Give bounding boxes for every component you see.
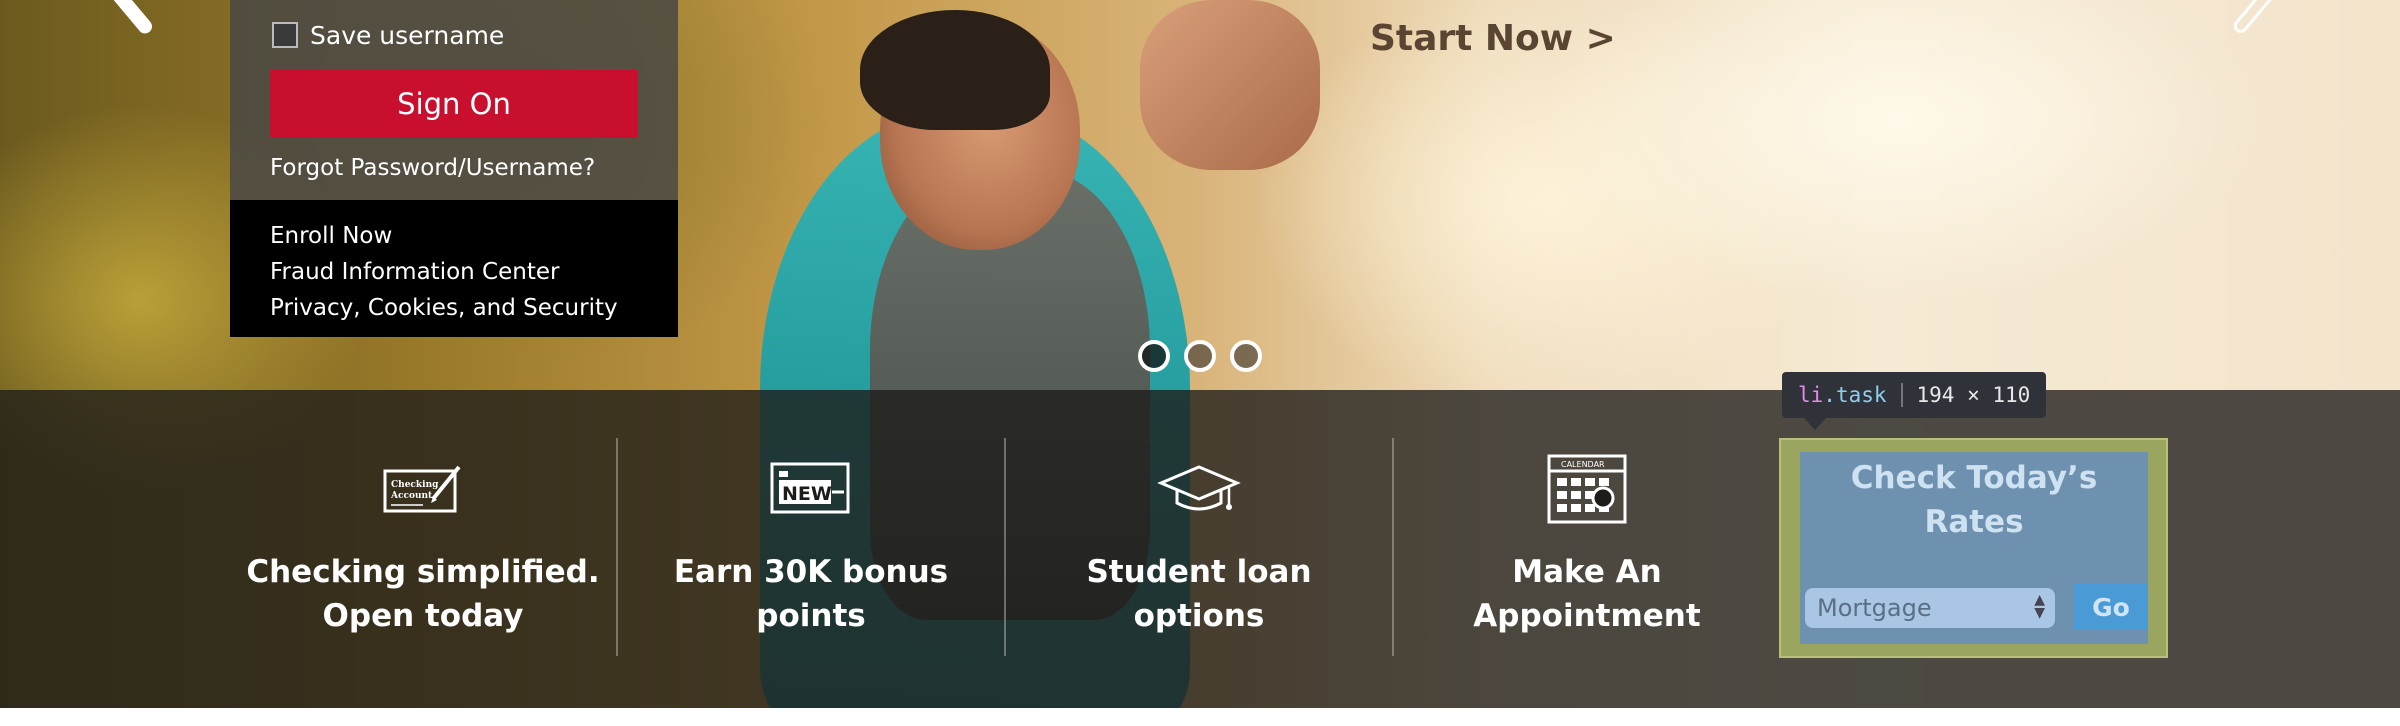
graduation-cap-icon <box>1157 458 1241 520</box>
tooltip-separator <box>1900 383 1903 407</box>
task-label: Make An Appointment <box>1473 554 1701 634</box>
privacy-security-link[interactable]: Privacy, Cookies, and Security <box>270 290 618 326</box>
tooltip-arrow <box>1804 418 1826 430</box>
devtools-element-tooltip: li .task 194 × 110 <box>1782 372 2047 418</box>
save-username-label: Save username <box>310 20 505 50</box>
carousel-dot[interactable] <box>1138 340 1170 372</box>
hero-person-arm <box>1140 0 1320 170</box>
select-arrows-icon: ▲ ▼ <box>2034 592 2045 621</box>
next-slide-arrow-icon[interactable] <box>2230 0 2280 36</box>
tooltip-class: .task <box>1823 383 1887 407</box>
new-badge-icon: NEW <box>770 458 852 520</box>
carousel-dot[interactable] <box>1230 340 1262 372</box>
task-bonus-points[interactable]: NEW Earn 30K bonus points <box>617 438 1005 656</box>
rates-title: Check Today’s Rates <box>1850 460 2098 540</box>
svg-text:Checking: Checking <box>391 480 439 490</box>
tooltip-size: 194 × 110 <box>1916 383 2031 407</box>
prev-slide-arrow-icon[interactable] <box>99 0 155 37</box>
task-label: Earn 30K bonus points <box>673 554 949 634</box>
svg-text:Account: Account <box>390 491 433 501</box>
enroll-now-link[interactable]: Enroll Now <box>270 218 618 254</box>
sign-on-button[interactable]: Sign On <box>270 70 638 138</box>
checking-account-icon: Checking Account <box>383 458 463 520</box>
save-username-row[interactable]: Save username <box>272 20 504 50</box>
task-appointment[interactable]: CALENDAR Make An Appointment <box>1393 438 1781 656</box>
save-username-checkbox[interactable] <box>272 22 298 48</box>
start-now-link[interactable]: Start Now > <box>1370 18 1616 59</box>
tooltip-tag: li <box>1798 383 1824 407</box>
svg-text:CALENDAR: CALENDAR <box>1561 460 1605 469</box>
rates-go-button[interactable]: Go <box>2074 584 2148 630</box>
task-label: Student loan options <box>1086 554 1312 634</box>
hero-person-hair <box>860 10 1050 130</box>
task-label: Checking simplified. Open today <box>246 554 600 634</box>
rates-select-value: Mortgage <box>1817 594 1932 622</box>
carousel-dots <box>1138 340 1262 372</box>
carousel-dot[interactable] <box>1184 340 1216 372</box>
task-student-loan[interactable]: Student loan options <box>1005 438 1393 656</box>
calendar-icon: CALENDAR <box>1547 454 1627 524</box>
login-links-list: Enroll Now Fraud Information Center Priv… <box>270 218 618 326</box>
task-checking[interactable]: Checking Account Checking simplified. Op… <box>229 438 617 656</box>
forgot-password-link[interactable]: Forgot Password/Username? <box>270 155 595 181</box>
svg-text:NEW: NEW <box>782 483 832 505</box>
page-bottom-strip <box>0 708 2400 726</box>
rates-type-select[interactable]: Mortgage ▲ ▼ <box>1805 588 2055 628</box>
fraud-info-link[interactable]: Fraud Information Center <box>270 254 618 290</box>
